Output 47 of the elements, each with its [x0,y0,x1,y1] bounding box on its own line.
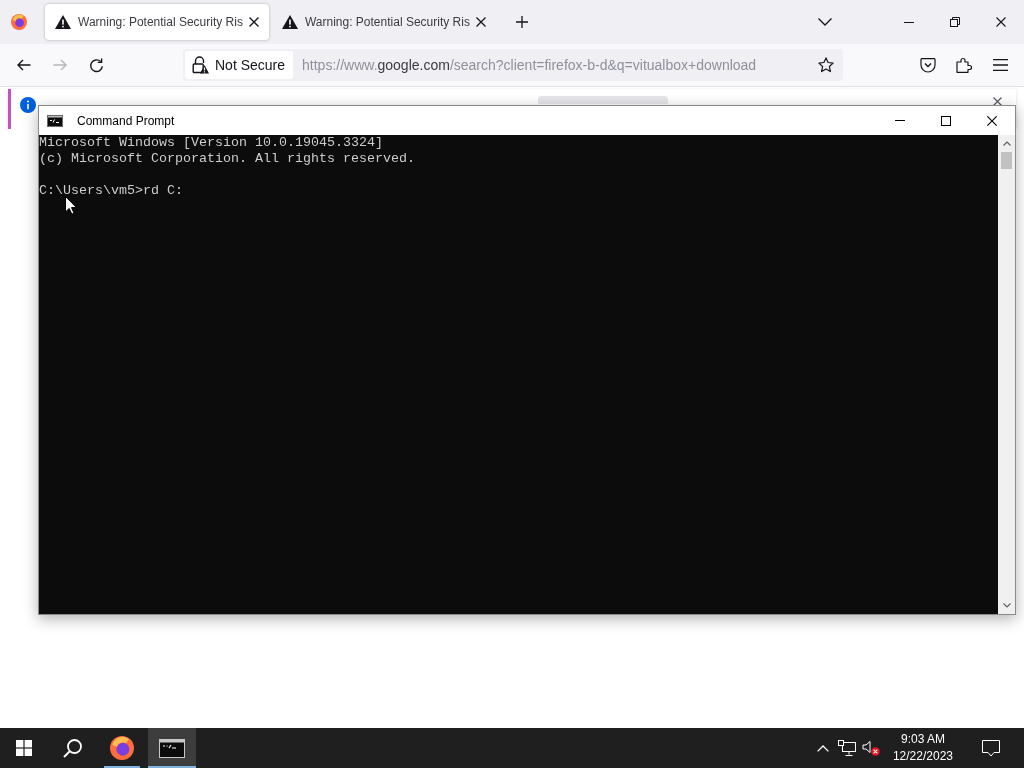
windows-logo-icon [16,740,32,756]
close-icon[interactable] [475,17,486,27]
maximize-icon [941,115,951,126]
terminal-taskbar-button[interactable] [148,728,196,768]
terminal-icon [47,114,63,127]
scrollbar[interactable] [998,135,1015,614]
browser-tab[interactable]: Warning: Potential Security Ris [271,4,496,40]
network-monitor-icon [837,740,856,756]
plus-icon [515,16,528,28]
terminal-icon [159,738,185,758]
warning-icon [55,15,71,29]
back-arrow-icon [17,59,31,71]
scroll-down-icon[interactable] [1002,603,1011,608]
search-icon [62,738,82,758]
bookmark-star-icon[interactable] [818,57,834,73]
mouse-pointer-icon [65,196,77,215]
forward-arrow-icon [53,59,67,71]
clock-button[interactable]: 9:03 AM 12/22/2023 [884,728,961,768]
browser-logo-icon [11,14,27,30]
restore-icon [950,17,960,27]
scroll-thumb[interactable] [1001,152,1012,169]
minimize-icon [904,21,914,23]
close-icon [987,115,997,126]
menu-icon [992,59,1008,71]
puzzle-piece-icon [956,57,972,73]
window-title: Command Prompt [77,113,175,128]
url-text[interactable]: https://www.google.com/search?client=firefox-b-d&q=vitualbox+download [302,57,757,73]
console-text-line: Microsoft Windows [Version 10.0.19045.3324] [39,135,383,151]
chevron-shield-icon [920,57,936,73]
console-command-line[interactable]: C:\Users\vm5>rd C: [39,183,183,199]
warning-icon [281,15,298,29]
close-icon [996,17,1006,27]
chevron-down-icon [818,18,832,26]
scroll-up-icon[interactable] [1002,141,1011,146]
close-icon[interactable] [993,97,1002,106]
info-icon [20,97,36,113]
chevron-up-icon [816,744,829,752]
padlock-warning-icon [192,56,209,74]
close-icon[interactable] [248,17,259,27]
reload-icon [88,57,104,73]
browser-logo-icon [110,736,134,760]
minimize-icon [895,120,905,121]
console-text-line: (c) Microsoft Corporation. All rights reserved. [39,151,415,167]
speech-bubble-icon [982,739,1000,757]
site-security-button[interactable]: Not Secure [185,51,294,79]
address-bar[interactable]: Not Secure https://www.google.com/search?client=firefox-b-d&q=vitualbox+download [183,49,843,81]
browser-tab[interactable]: Warning: Potential Security Ris [45,4,269,40]
